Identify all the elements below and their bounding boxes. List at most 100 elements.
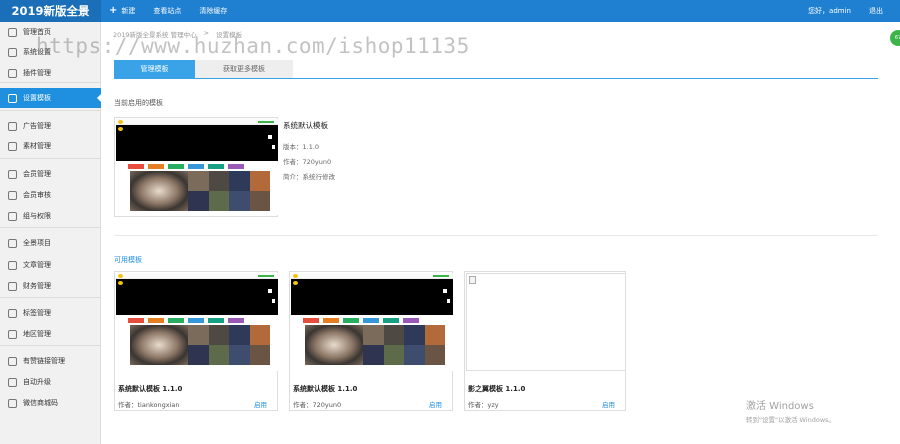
current-template-intro: 简介：系统行修改 [283, 173, 335, 181]
sidebar: 管理首页 系统设置 插件管理 设置模板 广告管理 素材管理 会员管理 会员审核 组与权限 全景项目… [0, 22, 102, 444]
sidebar-item[interactable]: 地区管理 [0, 324, 101, 344]
tab-manage-templates[interactable]: 管理模板 [114, 60, 195, 78]
user-icon [8, 169, 17, 179]
broken-image-icon [469, 276, 476, 284]
location-icon [8, 329, 17, 339]
sidebar-item[interactable]: 标签管理 [0, 303, 101, 323]
qrcode-icon [8, 398, 17, 408]
current-template-info: 系统默认模板 版本：1.1.0 作者：720yun0 简介：系统行修改 [283, 120, 335, 186]
user-area: 您好，admin 退出 [808, 0, 883, 22]
layout-icon [8, 93, 17, 103]
document-icon [8, 260, 17, 270]
sidebar-item-label: 会员管理 [23, 170, 51, 178]
sidebar-item-label: 广告管理 [23, 122, 51, 130]
sidebar-divider [0, 82, 101, 83]
user-greeting[interactable]: 您好，admin [808, 6, 851, 16]
template-thumbnail[interactable] [116, 273, 278, 371]
windows-activation-notice: 激活 Windows 转到"设置"以激活 Windows。 [746, 397, 835, 424]
new-label: 新建 [121, 7, 136, 15]
sidebar-divider [0, 345, 101, 346]
sidebar-divider [0, 158, 101, 159]
grid-icon [8, 238, 17, 248]
enable-template-button[interactable]: 启用 [254, 399, 267, 409]
current-template-card [114, 117, 278, 217]
sidebar-item[interactable]: 设置模板 [0, 88, 102, 108]
sidebar-item-label: 自动升级 [23, 378, 51, 386]
current-template-name: 系统默认模板 [283, 121, 328, 130]
windows-activation-subtitle: 转到"设置"以激活 Windows。 [746, 416, 836, 424]
sidebar-item[interactable]: 微信商城码 [0, 393, 101, 413]
current-template-thumbnail[interactable] [116, 119, 278, 215]
sidebar-divider [0, 110, 101, 111]
template-tabs: 管理模板 获取更多模板 [114, 60, 293, 78]
template-thumbnail[interactable] [291, 273, 453, 371]
folder-icon [8, 141, 17, 151]
sidebar-item-label: 会员审核 [23, 191, 51, 199]
sidebar-item[interactable]: 财务管理 [0, 276, 101, 296]
sidebar-item[interactable]: 会员管理 [0, 164, 101, 184]
top-nav: + 新建 查看站点 清除缓存 [109, 0, 245, 22]
sidebar-item-label: 设置模板 [23, 94, 51, 102]
sidebar-item[interactable]: 素材管理 [0, 136, 101, 156]
logout-link[interactable]: 退出 [869, 6, 883, 16]
template-author: 作者：720yun0 [293, 401, 342, 409]
current-template-author: 作者：720yun0 [283, 158, 332, 166]
sidebar-item-label: 财务管理 [23, 282, 51, 290]
sidebar-item[interactable]: 会员审核 [0, 185, 101, 205]
enable-template-button[interactable]: 启用 [429, 399, 442, 409]
sidebar-item[interactable]: 广告管理 [0, 116, 101, 136]
section-divider [114, 235, 878, 236]
share-icon [8, 211, 17, 221]
current-template-heading: 当前启用的模板 [114, 99, 163, 107]
plus-icon: + [109, 5, 118, 16]
windows-activation-title: 激活 Windows [746, 401, 814, 412]
template-author: 作者：tiankongxian [118, 401, 180, 409]
template-name: 影之翼模板 1.1.0 [468, 385, 526, 393]
sidebar-item-label: 标签管理 [23, 309, 51, 317]
template-author: 作者：yzy [468, 401, 499, 409]
view-site-button[interactable]: 查看站点 [153, 6, 181, 16]
wallet-icon [8, 281, 17, 291]
clear-cache-button[interactable]: 清除缓存 [199, 6, 227, 16]
user-check-icon [8, 190, 17, 200]
top-bar: 2019新版全景 + 新建 查看站点 清除缓存 您好，admin 退出 [0, 0, 900, 22]
floating-badge[interactable]: 67 [890, 30, 900, 46]
sidebar-divider [0, 227, 101, 228]
home-icon [8, 27, 17, 37]
sidebar-item-label: 微信商城码 [23, 399, 58, 407]
sidebar-item[interactable]: 全景项目 [0, 233, 101, 253]
tab-get-more-templates[interactable]: 获取更多模板 [195, 60, 293, 78]
enable-template-button[interactable]: 启用 [602, 399, 615, 409]
sidebar-item-label: 文章管理 [23, 261, 51, 269]
template-name: 系统默认模板 1.1.0 [118, 385, 183, 393]
template-thumbnail[interactable] [466, 273, 626, 371]
tag-icon [8, 308, 17, 318]
tabs-underline [114, 78, 878, 79]
sidebar-item-label: 组与权限 [23, 212, 51, 220]
clear-cache-label: 清除缓存 [199, 7, 228, 15]
sidebar-item-label: 有赞链接管理 [23, 357, 65, 365]
upgrade-icon [8, 377, 17, 387]
sidebar-item[interactable]: 有赞链接管理 [0, 351, 101, 371]
template-card: 影之翼模板 1.1.0 作者：yzy 启用 [464, 271, 626, 411]
template-name: 系统默认模板 1.1.0 [293, 385, 358, 393]
template-card: 系统默认模板 1.1.0 作者：720yun0 启用 [289, 271, 453, 411]
template-card: 系统默认模板 1.1.0 作者：tiankongxian 启用 [114, 271, 278, 411]
sidebar-item[interactable]: 文章管理 [0, 255, 101, 275]
brand-title[interactable]: 2019新版全景 [0, 0, 101, 22]
plug-icon [8, 68, 17, 78]
new-button[interactable]: + 新建 [109, 6, 135, 16]
sidebar-item[interactable]: 自动升级 [0, 372, 101, 392]
current-template-version: 版本：1.1.0 [283, 143, 320, 151]
view-site-label: 查看站点 [153, 7, 182, 15]
available-templates-heading: 可用模板 [114, 256, 142, 264]
ad-icon [8, 121, 17, 131]
sidebar-item-label: 素材管理 [23, 142, 51, 150]
sidebar-item[interactable]: 组与权限 [0, 206, 101, 226]
sidebar-divider [0, 297, 101, 298]
watermark-text: https://www.huzhan.com/ishop11135 [36, 34, 470, 58]
sidebar-item-label: 全景项目 [23, 239, 51, 247]
gear-icon [8, 47, 17, 57]
sidebar-item[interactable]: 插件管理 [0, 63, 101, 83]
link-icon [8, 356, 17, 366]
